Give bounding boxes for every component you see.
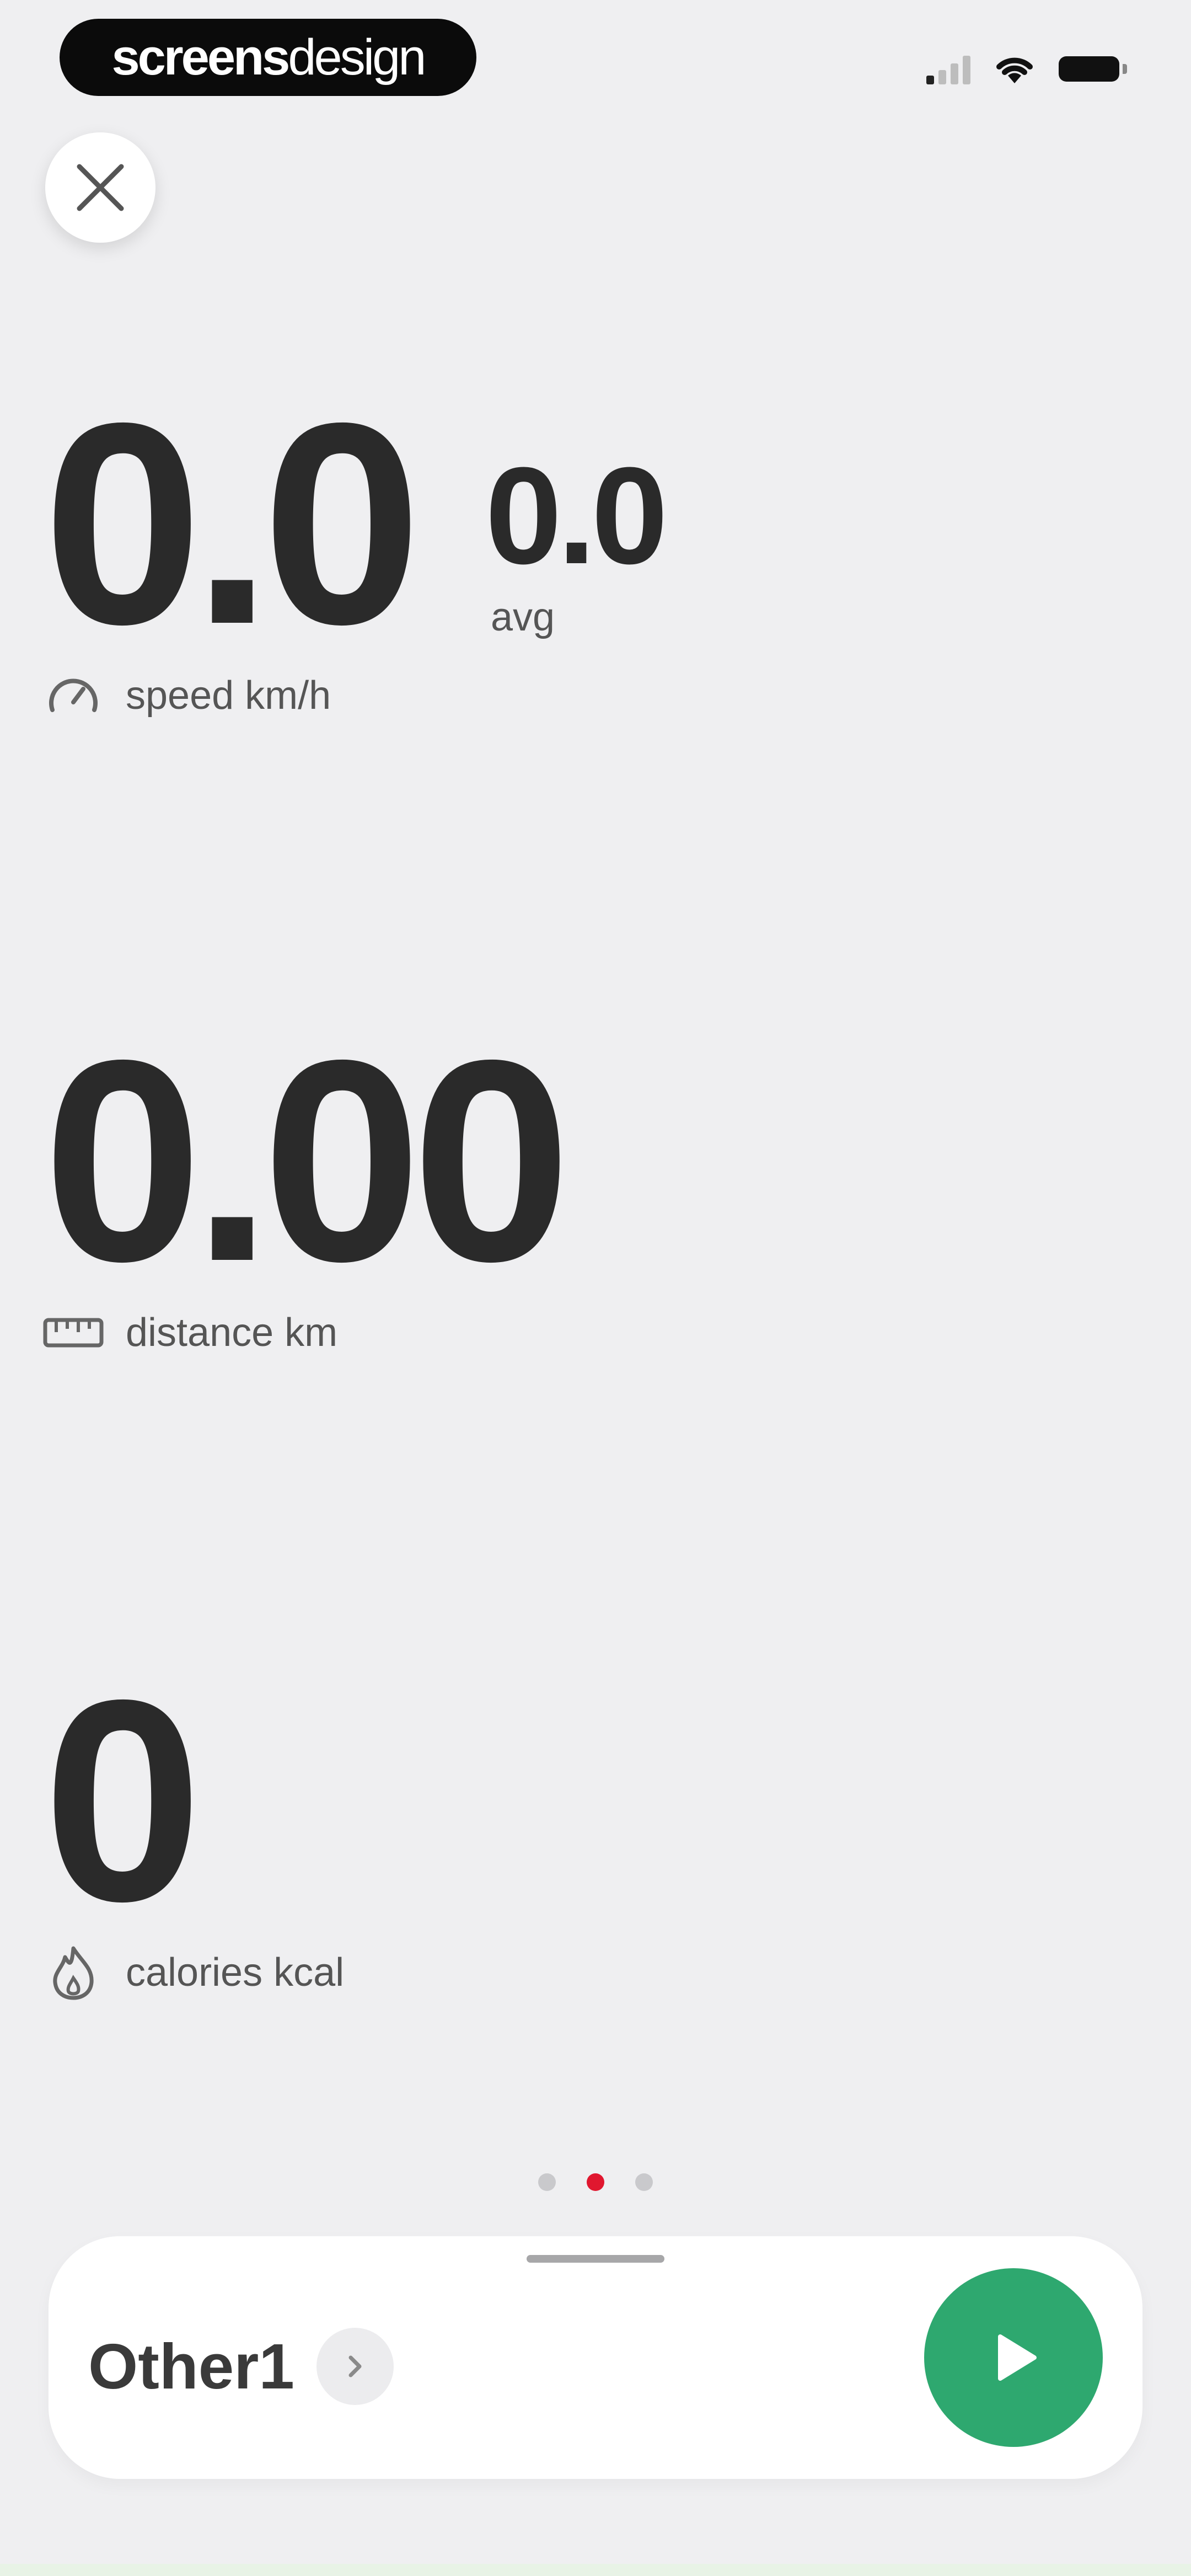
signal-icon (926, 54, 970, 84)
page-indicator (0, 2173, 1191, 2191)
flame-icon (43, 1946, 104, 2000)
ruler-icon (43, 1311, 104, 1355)
brand-logo-light: design (288, 29, 426, 85)
play-icon (998, 2334, 1037, 2381)
close-button[interactable] (45, 132, 155, 243)
distance-value: 0.00 (43, 1001, 571, 1321)
calories-metric: 0 calories kcal (43, 1640, 345, 2000)
speed-metric: 0.0 speed km/h (43, 364, 422, 718)
distance-metric: 0.00 distance km (43, 1001, 571, 1355)
activity-selector[interactable]: Other1 (88, 2328, 394, 2405)
chevron-right-icon (348, 2355, 362, 2377)
activity-name[interactable]: Other1 (88, 2329, 294, 2403)
bottom-edge (0, 2564, 1191, 2576)
wifi-icon (996, 57, 1033, 83)
page-dot[interactable] (635, 2173, 653, 2191)
avg-speed-value: 0.0 (485, 439, 668, 592)
start-workout-button[interactable] (924, 2268, 1103, 2447)
workout-screen: screens design 0.0 speed km/h 0.0 avg 0.… (0, 0, 1191, 2576)
speed-value: 0.0 (43, 364, 422, 684)
brand-logo-bold: screens (111, 29, 291, 85)
calories-label-row: calories kcal (43, 1946, 345, 2000)
page-dot-active[interactable] (587, 2173, 604, 2191)
brand-logo: screens design (60, 19, 476, 96)
avg-speed-metric: 0.0 avg (485, 439, 668, 640)
sheet-grabber-handle[interactable] (527, 2255, 664, 2263)
speed-label: speed km/h (126, 674, 331, 718)
status-icons (926, 50, 1127, 88)
distance-label: distance km (126, 1311, 338, 1355)
close-icon (77, 164, 124, 211)
activity-chevron-button[interactable] (316, 2328, 394, 2405)
calories-value: 0 (43, 1640, 202, 1961)
avg-speed-label: avg (491, 595, 555, 639)
speedometer-icon (43, 674, 104, 718)
page-dot[interactable] (538, 2173, 556, 2191)
calories-label: calories kcal (126, 1950, 345, 1995)
battery-icon (1059, 56, 1127, 82)
